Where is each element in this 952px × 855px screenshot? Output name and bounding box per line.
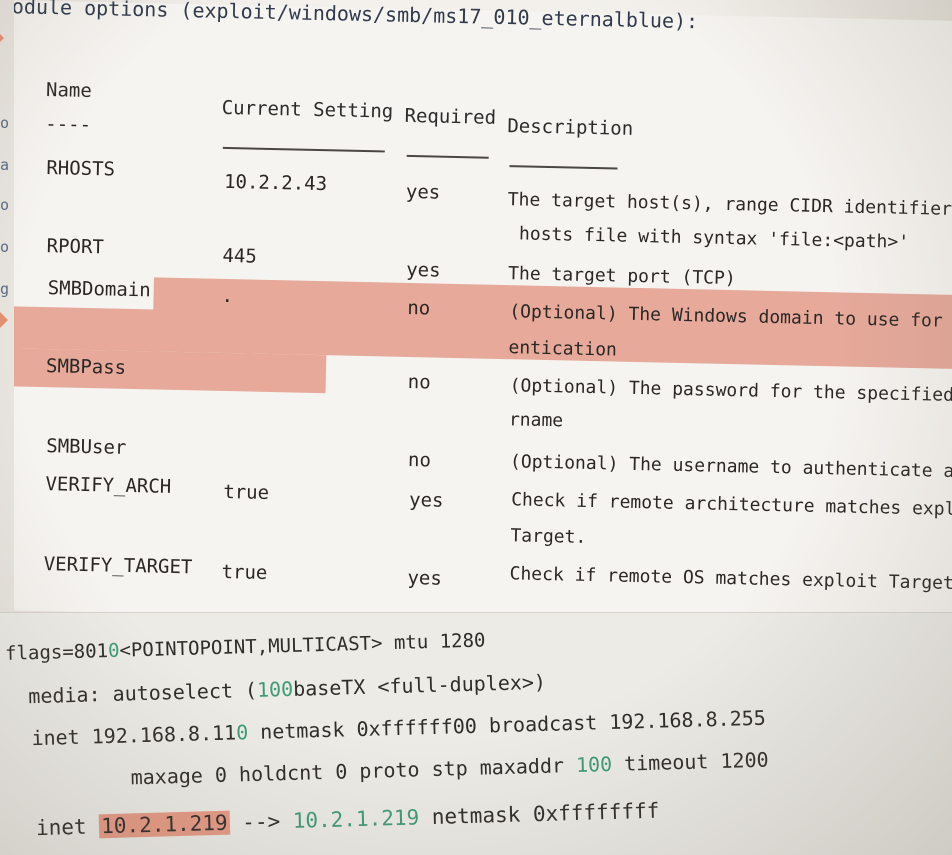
left-gutter: o a o o g xyxy=(0,0,14,612)
text-segment: netmask 0xffffff00 broadcast 192.168.8.2… xyxy=(247,705,767,745)
gutter-char: o xyxy=(0,196,10,214)
option-current: . xyxy=(221,284,234,308)
highlighted-ip: 10.2.1.219 xyxy=(98,810,230,839)
option-required: yes xyxy=(407,567,443,590)
header-current-setting: Current Setting xyxy=(221,96,394,123)
header-name: Name xyxy=(45,79,93,103)
gutter-char: o xyxy=(0,114,10,132)
text-segment: --> xyxy=(229,808,294,835)
ifconfig-flags-line: flags=8010<POINTOPOINT,MULTICAST> mtu 12… xyxy=(5,629,486,664)
text-segment: flags=801 xyxy=(4,640,109,665)
module-options-panel: Module options (exploit/windows/smb/ms17… xyxy=(0,0,952,633)
name-column-rule: ---- xyxy=(45,113,92,137)
header-required: Required xyxy=(404,104,497,129)
option-current: 10.2.2.43 xyxy=(223,170,328,196)
option-required: no xyxy=(407,370,431,394)
text-segment: timeout 1200 xyxy=(611,747,769,776)
text-segment: 100 xyxy=(575,751,613,777)
option-name: SMBPass xyxy=(45,355,127,379)
option-name: SMBDomain xyxy=(47,277,151,302)
text-segment: 0 xyxy=(235,720,249,745)
gutter-char: o xyxy=(0,238,10,256)
gutter-char: a xyxy=(0,156,10,174)
option-name: SMBUser xyxy=(46,435,127,459)
ifconfig-inet-line: inet 192.168.8.110 netmask 0xffffff00 br… xyxy=(31,706,766,750)
ifconfig-inet2-line: inet 10.2.1.219 --> 10.2.1.219 netmask 0… xyxy=(36,799,660,840)
option-current: 445 xyxy=(222,244,258,268)
text-segment: <POINTOPOINT,MULTICAST> mtu 1280 xyxy=(119,629,486,662)
option-required: no xyxy=(407,296,431,320)
option-required: yes xyxy=(405,180,441,204)
terminal-screenshot: Module options (exploit/windows/smb/ms17… xyxy=(0,0,952,855)
option-required: yes xyxy=(405,258,441,282)
text-segment: inet xyxy=(35,814,100,841)
option-current: true xyxy=(221,560,268,584)
text-segment: maxage 0 holdcnt 0 proto stp maxaddr xyxy=(130,752,577,790)
option-description-cont: rname xyxy=(508,409,564,432)
option-description-cont: Target. xyxy=(510,525,587,548)
option-name: VERIFY_ARCH xyxy=(45,473,172,498)
option-name: RHOSTS xyxy=(46,157,116,181)
gutter-char: g xyxy=(0,280,10,298)
text-segment: 10.2.1.219 xyxy=(292,805,420,833)
option-required: yes xyxy=(408,489,444,512)
option-name: VERIFY_TARGET xyxy=(43,553,193,579)
ifconfig-media-line: media: autoselect (100baseTX <full-duple… xyxy=(28,670,546,708)
text-segment: media: autoselect ( xyxy=(28,677,258,709)
highlight-smbdomain-continuation xyxy=(6,306,168,352)
text-segment: baseTX <full-duplex>) xyxy=(292,669,547,701)
option-description-cont: entication xyxy=(508,337,618,361)
option-name: RPORT xyxy=(46,235,105,259)
ifconfig-lines: flags=801 0 <POINTOPOINT,MULTICAST> mtu 12… xyxy=(0,586,952,855)
gutter-marker-icon xyxy=(0,302,8,338)
option-required: no xyxy=(407,449,432,472)
header-description: Description xyxy=(507,115,634,140)
text-segment: inet 192.168.8.11 xyxy=(31,720,237,751)
text-segment: 100 xyxy=(256,676,294,702)
text-segment: netmask 0xffffffff xyxy=(418,798,660,830)
ifconfig-maxage-line: maxage 0 holdcnt 0 proto stp maxaddr 100… xyxy=(130,748,769,790)
ifconfig-output: flags=801 0 <POINTOPOINT,MULTICAST> mtu 12… xyxy=(0,612,952,855)
gutter-marker-icon xyxy=(0,24,4,52)
option-current: true xyxy=(223,480,270,504)
